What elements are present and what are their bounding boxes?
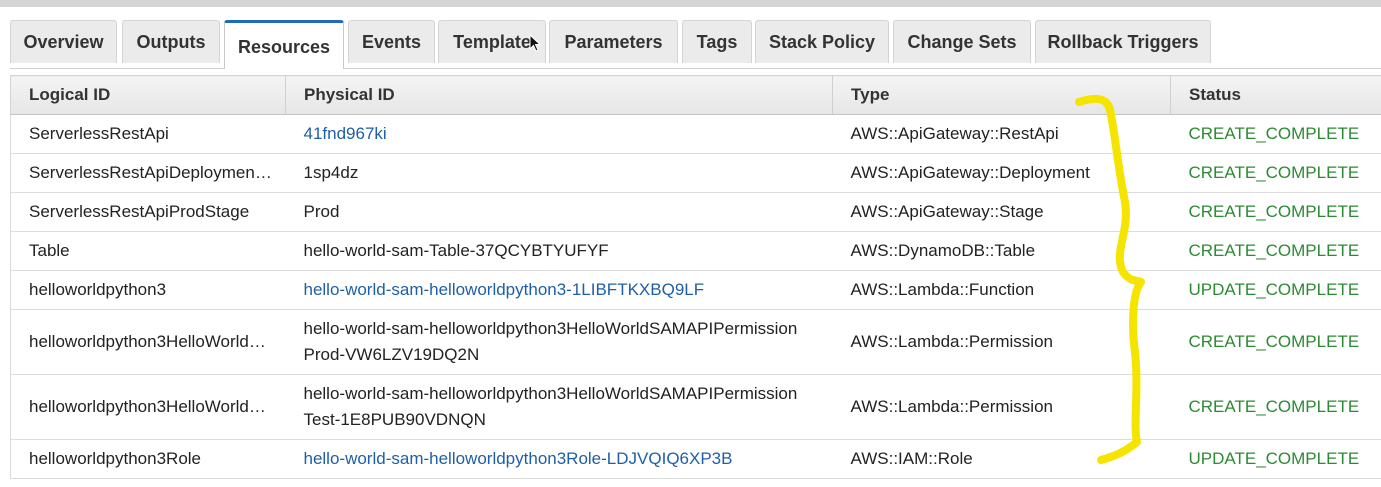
column-header-logical-id[interactable]: Logical ID [10, 75, 286, 115]
table-row: helloworldpython3HelloWorld… hello-world… [10, 374, 1381, 440]
physical-id-cell: Prod [285, 192, 833, 232]
column-header-type[interactable]: Type [832, 75, 1171, 115]
physical-id-cell: hello-world-sam-helloworldpython3-1LIBFT… [285, 270, 833, 310]
physical-id-cell: hello-world-sam-Table-37QCYBTYUFYF [285, 231, 833, 271]
mouse-pointer-icon [529, 34, 541, 52]
logical-id-cell: helloworldpython3Role [10, 439, 286, 479]
logical-id-cell: helloworldpython3HelloWorld… [10, 374, 286, 440]
tab-overview[interactable]: Overview [10, 20, 117, 63]
tab-parameters[interactable]: Parameters [549, 20, 678, 63]
physical-id-line-1: hello-world-sam-helloworldpython3HelloWo… [303, 319, 798, 338]
type-cell: AWS::Lambda::Function [832, 270, 1171, 310]
tab-stack-policy[interactable]: Stack Policy [755, 20, 889, 63]
top-divider [0, 0, 1381, 7]
table-row: ServerlessRestApi 41fnd967ki AWS::ApiGat… [10, 114, 1381, 154]
physical-id-link[interactable]: hello-world-sam-helloworldpython3-1LIBFT… [304, 280, 705, 299]
type-cell: AWS::IAM::Role [832, 439, 1171, 479]
physical-id-link[interactable]: 41fnd967ki [304, 124, 387, 143]
tab-tags[interactable]: Tags [682, 20, 752, 63]
status-cell: CREATE_COMPLETE [1170, 192, 1381, 232]
table-row: ServerlessRestApiProdStage Prod AWS::Api… [10, 192, 1381, 232]
tab-bar-baseline [10, 68, 1381, 69]
table-row: helloworldpython3 hello-world-sam-hellow… [10, 270, 1381, 310]
logical-id-cell: ServerlessRestApiProdStage [10, 192, 286, 232]
type-cell: AWS::DynamoDB::Table [832, 231, 1171, 271]
status-cell: CREATE_COMPLETE [1170, 374, 1381, 440]
physical-id-cell: 41fnd967ki [285, 114, 833, 154]
logical-id-cell: helloworldpython3 [10, 270, 286, 310]
type-cell: AWS::ApiGateway::Stage [832, 192, 1171, 232]
status-cell: UPDATE_COMPLETE [1170, 270, 1381, 310]
table-row: helloworldpython3Role hello-world-sam-he… [10, 439, 1381, 479]
table-row: ServerlessRestApiDeploymen… 1sp4dz AWS::… [10, 153, 1381, 193]
table-header-row: Logical ID Physical ID Type Status [10, 75, 1381, 115]
type-cell: AWS::ApiGateway::Deployment [832, 153, 1171, 193]
resources-table: Logical ID Physical ID Type Status Serve… [10, 75, 1381, 479]
tab-rollback-triggers[interactable]: Rollback Triggers [1035, 20, 1211, 63]
status-cell: UPDATE_COMPLETE [1170, 439, 1381, 479]
physical-id-cell: 1sp4dz [285, 153, 833, 193]
logical-id-cell: ServerlessRestApiDeploymen… [10, 153, 286, 193]
physical-id-line-2: Test-1E8PUB90VDNQN [303, 410, 486, 429]
column-header-physical-id[interactable]: Physical ID [285, 75, 833, 115]
status-cell: CREATE_COMPLETE [1170, 153, 1381, 193]
table-row: helloworldpython3HelloWorld… hello-world… [10, 309, 1381, 375]
type-cell: AWS::Lambda::Permission [832, 374, 1171, 440]
logical-id-cell: ServerlessRestApi [10, 114, 286, 154]
tab-events[interactable]: Events [348, 20, 435, 63]
logical-id-cell: Table [10, 231, 286, 271]
physical-id-link[interactable]: hello-world-sam-helloworldpython3Role-LD… [304, 449, 733, 468]
physical-id-cell: hello-world-sam-helloworldpython3HelloWo… [285, 374, 833, 440]
column-header-status[interactable]: Status [1170, 75, 1381, 115]
logical-id-cell: helloworldpython3HelloWorld… [10, 309, 286, 375]
table-row: Table hello-world-sam-Table-37QCYBTYUFYF… [10, 231, 1381, 271]
type-cell: AWS::ApiGateway::RestApi [832, 114, 1171, 154]
physical-id-line-1: hello-world-sam-helloworldpython3HelloWo… [303, 384, 798, 403]
status-cell: CREATE_COMPLETE [1170, 309, 1381, 375]
status-cell: CREATE_COMPLETE [1170, 114, 1381, 154]
tab-resources[interactable]: Resources [224, 20, 344, 69]
physical-id-cell: hello-world-sam-helloworldpython3Role-LD… [285, 439, 833, 479]
physical-id-cell: hello-world-sam-helloworldpython3HelloWo… [285, 309, 833, 375]
tab-outputs[interactable]: Outputs [122, 20, 220, 63]
type-cell: AWS::Lambda::Permission [832, 309, 1171, 375]
status-cell: CREATE_COMPLETE [1170, 231, 1381, 271]
tab-change-sets[interactable]: Change Sets [893, 20, 1031, 63]
physical-id-line-2: Prod-VW6LZV19DQ2N [303, 345, 480, 364]
